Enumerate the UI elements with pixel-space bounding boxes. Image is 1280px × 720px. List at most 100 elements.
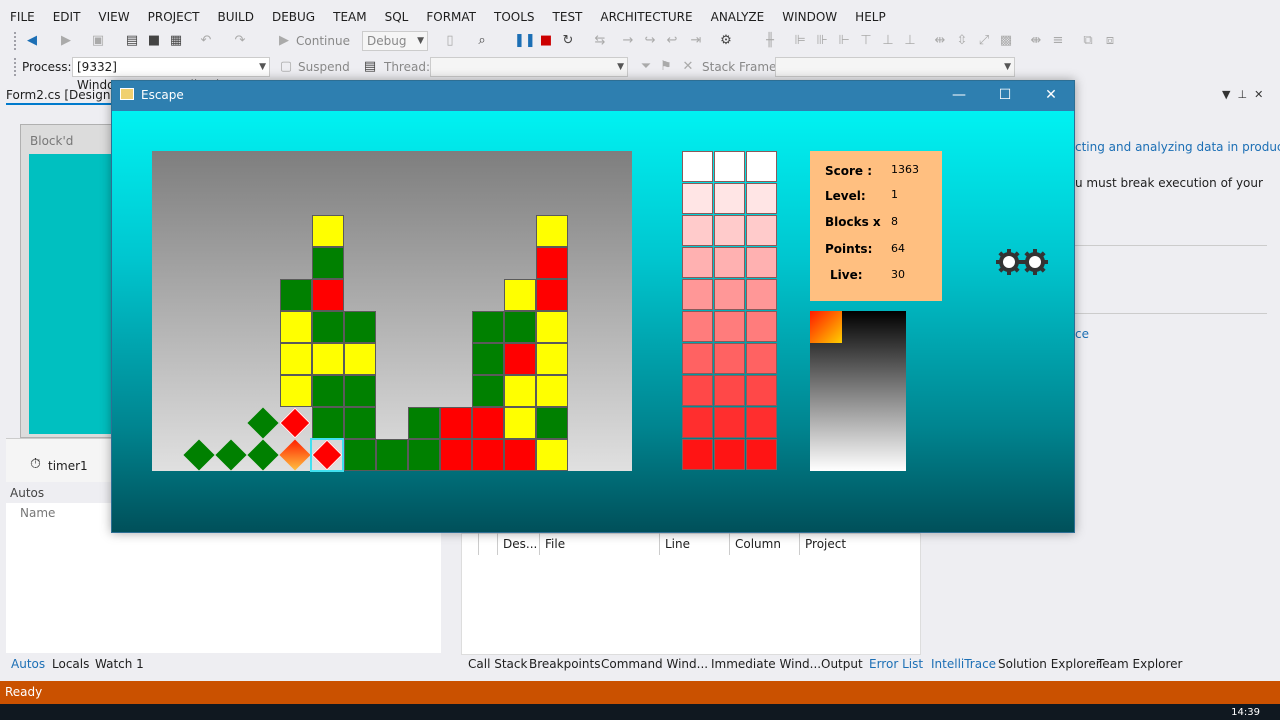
game-playfield[interactable] <box>152 151 632 472</box>
same-height-icon[interactable]: ⇳ <box>952 31 972 51</box>
menu-team[interactable]: TEAM <box>324 6 375 28</box>
maximize-icon[interactable]: ☐ <box>990 85 1020 105</box>
column-divider <box>478 533 479 555</box>
filter-icon[interactable]: ⏷ <box>636 57 656 77</box>
designer-tab[interactable]: Form2.cs [Design] <box>6 88 116 105</box>
stack-frame-combo[interactable]: ▼ <box>775 57 1015 77</box>
continue-button[interactable]: Continue <box>296 31 350 51</box>
layout-icon[interactable]: ╫ <box>760 31 780 51</box>
menu-help[interactable]: HELP <box>846 6 895 28</box>
chevron-down-icon[interactable]: ▼ <box>1222 88 1230 101</box>
align-top-icon[interactable]: ⊤ <box>856 31 876 51</box>
menu-edit[interactable]: EDIT <box>44 6 90 28</box>
same-size-icon[interactable]: ⤢ <box>974 31 994 51</box>
tab-output[interactable]: Output <box>821 657 863 671</box>
tab-immediate-window[interactable]: Immediate Wind... <box>711 657 821 671</box>
intellitrace-message: u must break execution of your <box>1075 176 1263 190</box>
error-column-project[interactable]: Project <box>805 537 846 551</box>
error-column-file[interactable]: File <box>545 537 565 551</box>
tab-solution-explorer[interactable]: Solution Explorer <box>998 657 1101 671</box>
tab-intellitrace[interactable]: IntelliTrace <box>931 657 996 671</box>
configuration-combo[interactable]: Debug ▼ <box>362 31 428 51</box>
step-out-icon[interactable]: ↩ <box>662 31 682 51</box>
autos-column-name[interactable]: Name <box>20 506 55 520</box>
align-bottom-icon[interactable]: ⊥ <box>900 31 920 51</box>
tab-team-explorer[interactable]: Team Explorer <box>1097 657 1183 671</box>
spacing-icon[interactable]: ⇼ <box>1026 31 1046 51</box>
menu-file[interactable]: FILE <box>0 6 44 28</box>
hex-icon[interactable]: ⇥ <box>686 31 706 51</box>
expand-icon[interactable]: ✕ <box>678 57 698 77</box>
undo-icon[interactable]: ↶ <box>196 31 216 51</box>
close-icon[interactable]: ✕ <box>1254 88 1263 101</box>
open-file-icon[interactable]: ▤ <box>122 31 142 51</box>
stop-icon[interactable]: ■ <box>536 31 556 51</box>
back-icon[interactable]: ◀ <box>22 31 42 51</box>
restart-icon[interactable]: ↻ <box>558 31 578 51</box>
timer-component[interactable]: timer1 <box>48 459 88 473</box>
tab-locals[interactable]: Locals <box>52 657 89 671</box>
game-block-yellow <box>536 343 568 375</box>
show-next-statement-icon[interactable]: ⇆ <box>590 31 610 51</box>
minimize-icon[interactable]: — <box>944 85 974 105</box>
align-middle-icon[interactable]: ⊥ <box>878 31 898 51</box>
game-block-red <box>536 279 568 311</box>
forward-icon[interactable]: ▶ <box>56 31 76 51</box>
attach-icon[interactable]: ▯ <box>440 31 460 51</box>
escape-titlebar[interactable] <box>112 81 1074 111</box>
menu-debug[interactable]: DEBUG <box>263 6 324 28</box>
tab-watch-1[interactable]: Watch 1 <box>95 657 144 671</box>
process-combo[interactable]: [9332] WindowsFormsApplication▼ <box>72 57 270 92</box>
tab-breakpoints[interactable]: Breakpoints <box>529 657 600 671</box>
tab-command-window[interactable]: Command Wind... <box>601 657 708 671</box>
new-project-icon[interactable]: ▣ <box>88 31 108 51</box>
vspacing-icon[interactable]: ≡ <box>1048 31 1068 51</box>
step-over-icon[interactable]: ↪ <box>640 31 660 51</box>
menu-test[interactable]: TEST <box>544 6 592 28</box>
error-column-column[interactable]: Column <box>735 537 781 551</box>
menu-architecture[interactable]: ARCHITECTURE <box>591 6 701 28</box>
pin-icon[interactable]: ⊥ <box>1237 88 1247 101</box>
send-back-icon[interactable]: ⧈ <box>1100 31 1120 51</box>
settings-gear-icon[interactable] <box>995 247 1051 277</box>
menu-format[interactable]: FORMAT <box>417 6 485 28</box>
close-icon[interactable]: ✕ <box>1036 85 1066 105</box>
thread-combo[interactable]: ▼ <box>430 57 628 77</box>
debug-location-toolbar: Process: [9332] WindowsFormsApplication▼… <box>0 55 1280 92</box>
menu-sql[interactable]: SQL <box>376 6 418 28</box>
flag-icon[interactable]: ⚑ <box>656 57 676 77</box>
find-icon[interactable]: ⌕ <box>472 31 492 51</box>
error-column-line[interactable]: Line <box>665 537 690 551</box>
intellitrace-link[interactable]: cting and analyzing data in product ▾ <box>1075 140 1280 154</box>
align-right-icon[interactable]: ⊩ <box>834 31 854 51</box>
tab-autos[interactable]: Autos <box>11 657 45 671</box>
diagnostics-icon[interactable]: ⚙ <box>716 31 736 51</box>
grid-icon[interactable]: ▩ <box>996 31 1016 51</box>
menu-view[interactable]: VIEW <box>89 6 138 28</box>
menu-tools[interactable]: TOOLS <box>485 6 544 28</box>
menu-build[interactable]: BUILD <box>208 6 262 28</box>
tab-error-list[interactable]: Error List <box>869 657 923 671</box>
continue-icon[interactable]: ▶ <box>274 31 294 51</box>
toolbar-grip[interactable] <box>14 32 18 50</box>
menu-window[interactable]: WINDOW <box>773 6 846 28</box>
suspend-icon[interactable]: ▢ <box>276 57 296 77</box>
step-into-icon[interactable]: → <box>618 31 638 51</box>
menu-analyze[interactable]: ANALYZE <box>702 6 774 28</box>
bring-front-icon[interactable]: ⧉ <box>1078 31 1098 51</box>
redo-icon[interactable]: ↷ <box>230 31 250 51</box>
intellitrace-link-2[interactable]: ce <box>1075 327 1089 341</box>
menu-project[interactable]: PROJECT <box>139 6 209 28</box>
tab-call-stack[interactable]: Call Stack <box>468 657 527 671</box>
player-cursor[interactable] <box>310 438 344 472</box>
same-width-icon[interactable]: ⇹ <box>930 31 950 51</box>
align-center-icon[interactable]: ⊪ <box>812 31 832 51</box>
suspend-button[interactable]: Suspend <box>298 57 350 77</box>
align-left-icon[interactable]: ⊫ <box>790 31 810 51</box>
taskbar-clock[interactable]: 14:39 <box>1231 707 1260 718</box>
save-icon[interactable]: ■ <box>144 31 164 51</box>
pause-icon[interactable]: ❚❚ <box>514 31 536 51</box>
save-all-icon[interactable]: ▦ <box>166 31 186 51</box>
error-column-description[interactable]: Des... <box>503 537 537 551</box>
toolbar-grip[interactable] <box>14 58 18 76</box>
